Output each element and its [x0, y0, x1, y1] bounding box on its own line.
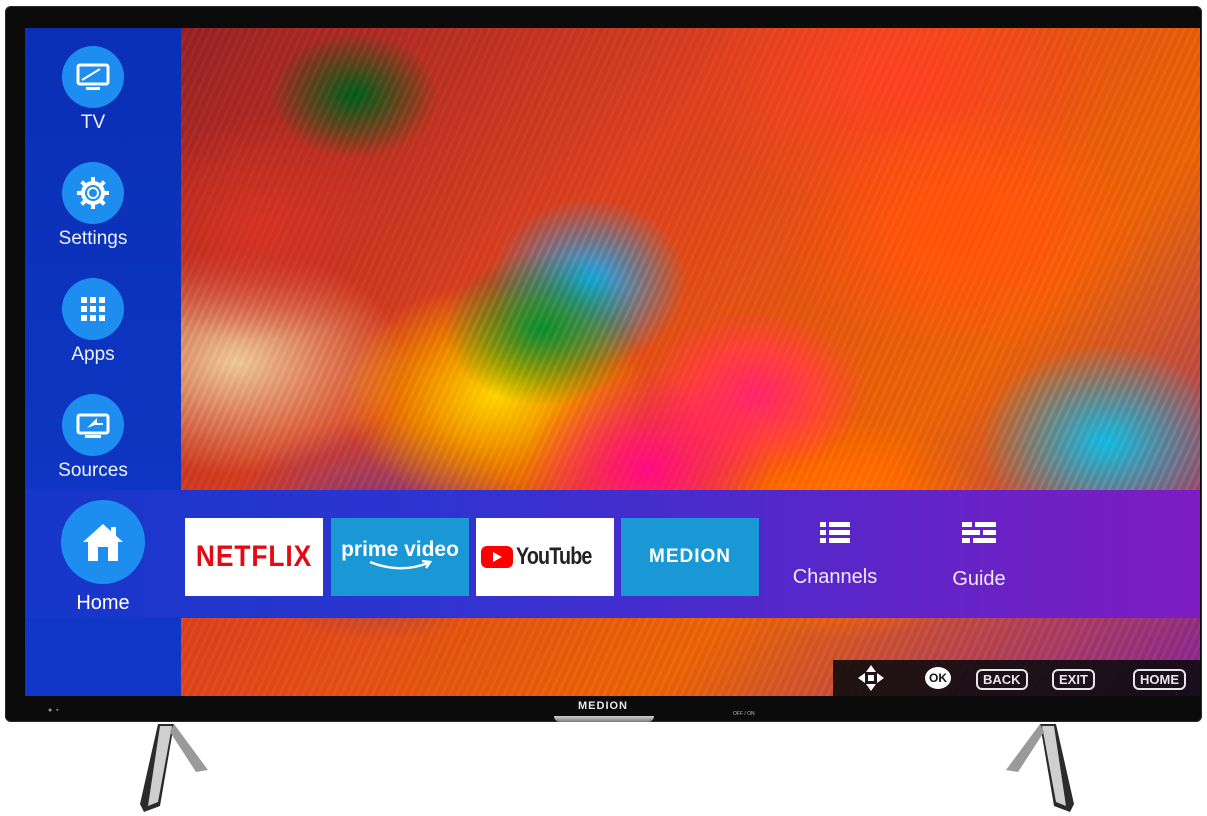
channels-list-icon — [820, 522, 850, 543]
youtube-app-tile[interactable]: YouTube — [476, 518, 614, 596]
tv-bezel: TV Settings Apps Sources Home NETFLIX pr… — [5, 6, 1202, 722]
back-button-hint: BACK — [976, 669, 1028, 690]
netflix-app-tile[interactable]: NETFLIX — [185, 518, 323, 596]
home-button-hint: HOME — [1133, 669, 1186, 690]
sidebar-item-label: Sources — [58, 460, 128, 481]
remote-hint-strip: OK BACK EXIT HOME — [833, 660, 1200, 696]
sidebar-item-label: Settings — [58, 228, 128, 249]
indicator-leds: ● ▪ — [48, 707, 59, 714]
youtube-logo: YouTube — [516, 543, 592, 570]
sidebar-item-apps[interactable]: Apps — [25, 278, 161, 366]
medion-app-tile[interactable]: MEDION — [621, 518, 759, 596]
medion-logo: MEDION — [649, 546, 731, 567]
guide-label: Guide — [952, 568, 1006, 590]
tv-chin — [554, 716, 654, 722]
app-launcher-bar: Home NETFLIX prime video YouTube MEDION … — [25, 490, 1200, 618]
power-label: OFF / ON — [733, 711, 755, 717]
dpad-navigation-icon — [858, 665, 884, 691]
youtube-play-icon — [481, 546, 514, 568]
apps-grid-icon — [62, 278, 124, 340]
tv-screen: TV Settings Apps Sources Home NETFLIX pr… — [25, 28, 1200, 696]
home-icon — [61, 500, 145, 584]
tv-stand-left — [140, 724, 208, 812]
exit-button-hint: EXIT — [1052, 669, 1095, 690]
prime-video-logo: prime video — [341, 539, 459, 576]
home-label: Home — [76, 592, 130, 614]
ok-button-hint: OK — [925, 667, 951, 689]
channels-button[interactable]: Channels — [780, 520, 890, 589]
settings-gear-icon — [62, 162, 124, 224]
netflix-logo: NETFLIX — [195, 540, 313, 573]
guide-button[interactable]: Guide — [924, 520, 1034, 591]
prime-video-app-tile[interactable]: prime video — [331, 518, 469, 596]
home-button[interactable]: Home — [25, 490, 181, 618]
guide-epg-icon — [962, 522, 996, 543]
sidebar-item-sources[interactable]: Sources — [25, 394, 161, 482]
channels-label: Channels — [792, 566, 878, 588]
sidebar-item-tv[interactable]: TV — [25, 46, 161, 134]
sidebar-item-settings[interactable]: Settings — [25, 162, 161, 250]
sidebar-item-label: Apps — [71, 344, 115, 365]
amazon-smile-icon — [369, 559, 433, 569]
sources-input-icon — [62, 394, 124, 456]
tv-stand-right — [1006, 724, 1074, 812]
tv-brand-logo: MEDION — [578, 700, 628, 712]
tv-icon — [62, 46, 124, 108]
sidebar-item-label: TV — [80, 112, 106, 133]
